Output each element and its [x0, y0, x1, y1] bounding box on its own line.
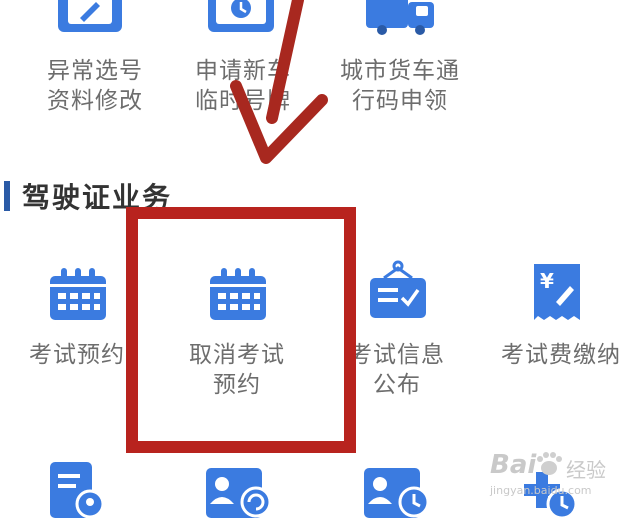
tile-label-line2: 资料修改: [47, 88, 143, 114]
svg-text:¥: ¥: [540, 269, 554, 293]
tile-label-line1: 考试费缴纳: [501, 342, 621, 368]
tile-label-line1: 异常选号: [47, 58, 143, 84]
paw-icon: [537, 452, 562, 475]
notice-board-icon: [370, 260, 426, 318]
watermark-brand: Bai: [490, 450, 537, 480]
abnormal-number-data-edit-tile[interactable]: 异常选号 资料修改: [20, 0, 170, 120]
baidu-watermark: Bai 经验 jingyan.baidu.com: [490, 448, 640, 508]
highlight-box: [126, 207, 356, 453]
calendar-icon: [50, 268, 106, 320]
watermark-url: jingyan.baidu.com: [490, 484, 592, 497]
exam-fee-payment-tile[interactable]: ¥ 考试费缴纳: [482, 260, 640, 400]
truck-icon: [366, 0, 434, 35]
id-card-refresh-icon[interactable]: [204, 468, 274, 518]
document-person-icon[interactable]: [48, 462, 108, 518]
edit-card-icon: [58, 0, 122, 32]
id-card-clock-icon[interactable]: [362, 468, 432, 518]
receipt-yen-icon: ¥: [534, 264, 580, 320]
annotation-arrow: [230, 0, 328, 164]
section-accent-bar: [4, 181, 10, 211]
watermark-brand2: 经验: [566, 458, 606, 482]
